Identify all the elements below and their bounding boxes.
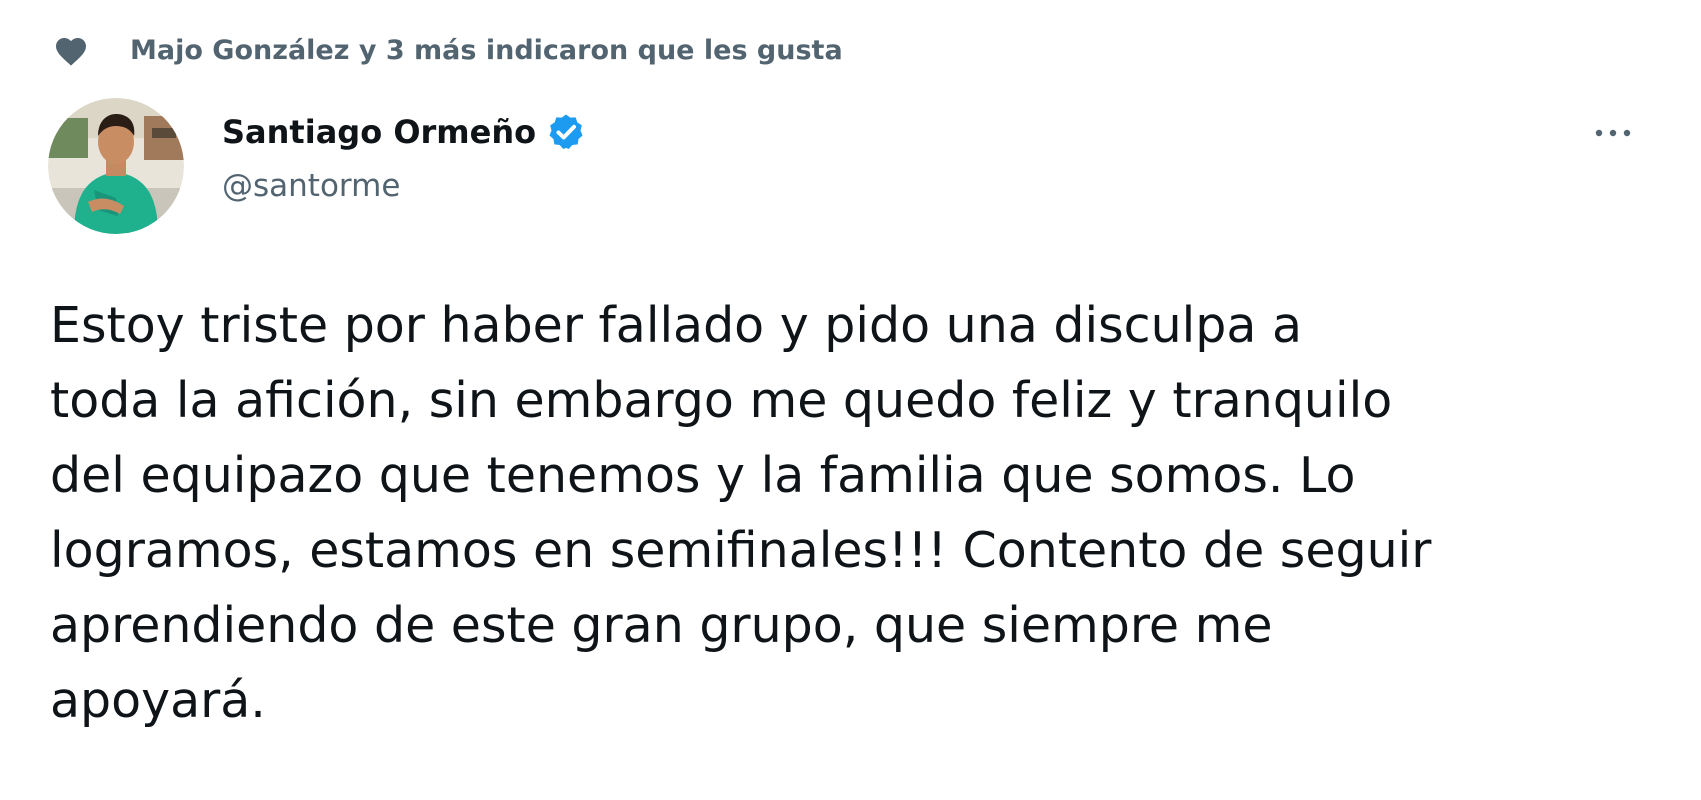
verified-badge-icon <box>546 112 586 152</box>
more-options-icon[interactable] <box>1590 118 1636 148</box>
author-display-name[interactable]: Santiago Ormeño <box>222 113 536 151</box>
avatar[interactable] <box>48 98 184 234</box>
author-handle[interactable]: @santorme <box>222 168 400 204</box>
tweet-header: Santiago Ormeño @santorme <box>48 98 1648 238</box>
heart-icon <box>52 31 90 69</box>
tweet-card: Majo González y 3 más indicaron que les … <box>0 0 1701 800</box>
author-name-row[interactable]: Santiago Ormeño <box>222 112 586 152</box>
tweet-text: Estoy triste por haber fallado y pido un… <box>50 297 1432 729</box>
social-context-text: Majo González y 3 más indicaron que les … <box>130 34 843 66</box>
social-context[interactable]: Majo González y 3 más indicaron que les … <box>52 28 843 72</box>
